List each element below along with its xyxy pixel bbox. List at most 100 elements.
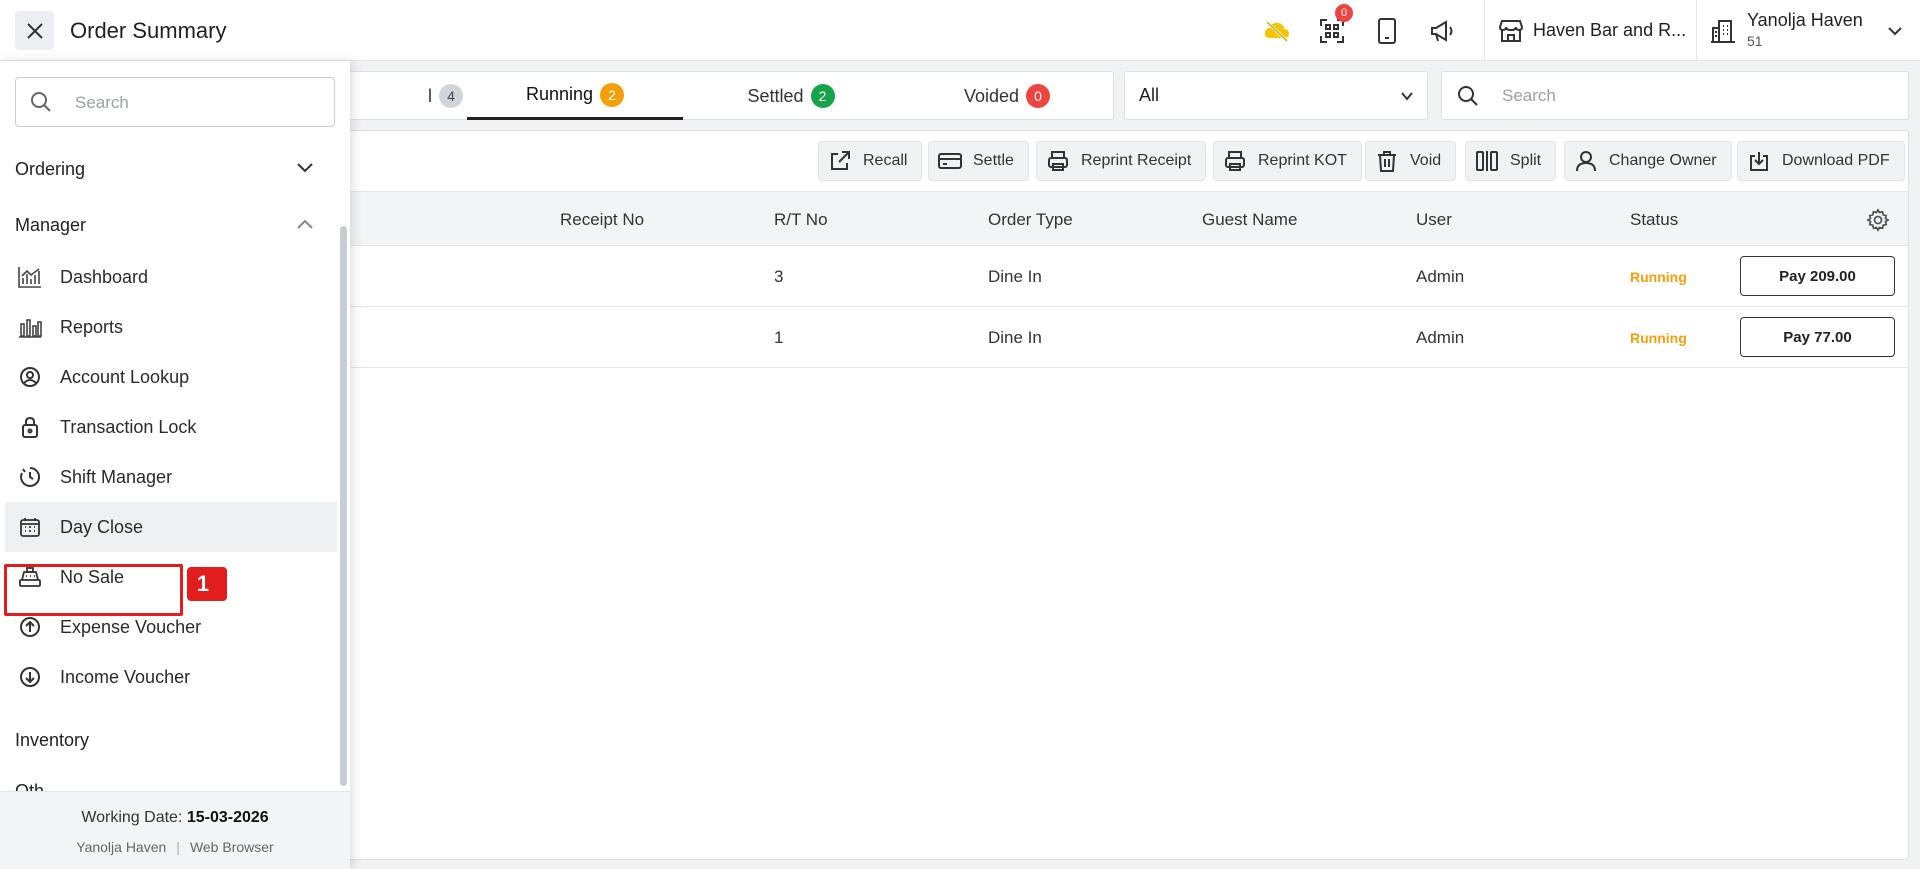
column-header-guest-name[interactable]: Guest Name xyxy=(1202,210,1297,230)
change-owner-button[interactable]: Change Owner xyxy=(1564,141,1732,181)
annotation-highlight xyxy=(4,564,183,616)
pay-button[interactable]: Pay 209.00 xyxy=(1740,256,1895,296)
tab-count-badge: 4 xyxy=(439,84,463,108)
sidebar-menu: Ordering Manager Dashboard Reports Accou… xyxy=(0,61,350,869)
sidebar-item-shift-manager[interactable]: Shift Manager xyxy=(5,452,337,502)
tablet-icon[interactable] xyxy=(1372,16,1402,46)
sidebar-item-income-voucher[interactable]: Income Voucher xyxy=(5,652,337,702)
user-name[interactable]: Yanolja Haven xyxy=(1747,10,1863,31)
gear-icon[interactable] xyxy=(1866,208,1890,232)
search-icon xyxy=(31,92,51,112)
tab-running[interactable]: Running 2 xyxy=(467,72,683,120)
column-header-rt-no[interactable]: R/T No xyxy=(774,210,828,230)
cell-order-type: Dine In xyxy=(988,328,1042,347)
settle-button[interactable]: Settle xyxy=(928,141,1029,181)
chevron-up-icon[interactable] xyxy=(296,217,314,231)
order-search xyxy=(1441,71,1909,120)
sidebar-scrollbar[interactable] xyxy=(340,216,348,806)
tab-count-badge: 2 xyxy=(810,84,835,108)
user-icon xyxy=(1573,148,1599,174)
calendar-icon xyxy=(17,514,43,540)
search-icon xyxy=(1458,86,1478,106)
app-header: Order Summary 0 Haven Bar and R... Yanol… xyxy=(0,0,1920,61)
chevron-down-icon[interactable] xyxy=(296,161,314,175)
section-ordering[interactable]: Ordering xyxy=(15,159,85,180)
cell-rt-no: 3 xyxy=(774,267,784,286)
timer-icon xyxy=(17,464,43,490)
cell-user: Admin xyxy=(1416,328,1465,347)
split-columns-icon xyxy=(1474,148,1500,174)
sidebar-item-transaction-lock[interactable]: Transaction Lock xyxy=(5,402,337,452)
status-tabs: l 4 Running 2 Settled 2 Voided 0 xyxy=(328,71,1114,120)
tab-count-badge: 0 xyxy=(1026,84,1051,108)
cloud-offline-icon[interactable] xyxy=(1262,16,1292,46)
sidebar-footer: Working Date: 15-03-2026 Yanolja Haven | W… xyxy=(0,791,350,869)
store-icon[interactable] xyxy=(1496,16,1526,46)
column-header-status[interactable]: Status xyxy=(1630,210,1678,230)
notification-badge: 0 xyxy=(1335,4,1353,22)
column-header-receipt-no[interactable]: Receipt No xyxy=(560,210,644,230)
annotation-step-badge: 1 xyxy=(187,567,227,601)
section-inventory[interactable]: Inventory xyxy=(15,730,89,751)
column-header-user[interactable]: User xyxy=(1416,210,1452,230)
printer-icon xyxy=(1222,148,1248,174)
section-manager[interactable]: Manager xyxy=(15,215,86,236)
sidebar-item-reports[interactable]: Reports xyxy=(5,302,337,352)
chevron-down-icon xyxy=(1401,92,1413,101)
printer-icon xyxy=(1045,148,1071,174)
reprint-kot-button[interactable]: Reprint KOT xyxy=(1213,141,1362,181)
column-header-order-type[interactable]: Order Type xyxy=(988,210,1073,230)
status-badge: Running xyxy=(1630,330,1687,346)
arrow-down-circle-icon xyxy=(17,664,43,690)
order-toolbar: Recall Settle Reprint Receipt Reprint KO… xyxy=(329,131,1908,192)
tab-voided[interactable]: Voided 0 xyxy=(899,72,1115,120)
header-divider xyxy=(1696,0,1697,60)
orders-panel: Recall Settle Reprint Receipt Reprint KO… xyxy=(328,130,1909,860)
search-input[interactable] xyxy=(1502,84,1892,108)
pay-button[interactable]: Pay 77.00 xyxy=(1740,317,1895,357)
cell-order-type: Dine In xyxy=(988,267,1042,286)
status-badge: Running xyxy=(1630,269,1687,285)
megaphone-icon[interactable] xyxy=(1427,16,1457,46)
page-title: Order Summary xyxy=(70,18,227,43)
scrollbar-thumb[interactable] xyxy=(340,226,347,786)
dashboard-chart-icon xyxy=(17,264,43,290)
section-other[interactable]: Oth xyxy=(15,781,44,791)
download-pdf-button[interactable]: Download PDF xyxy=(1737,141,1905,181)
split-button[interactable]: Split xyxy=(1465,141,1557,181)
sidebar-item-account-lookup[interactable]: Account Lookup xyxy=(5,352,337,402)
cell-rt-no: 1 xyxy=(774,328,784,347)
download-icon xyxy=(1746,148,1772,174)
recall-button[interactable]: Recall xyxy=(818,141,923,181)
store-name[interactable]: Haven Bar and R... xyxy=(1533,20,1686,41)
lock-icon xyxy=(17,414,43,440)
cell-user: Admin xyxy=(1416,267,1465,286)
reprint-receipt-button[interactable]: Reprint Receipt xyxy=(1036,141,1207,181)
working-date: Working Date: 15-03-2026 xyxy=(81,809,269,826)
trash-icon xyxy=(1374,148,1400,174)
bar-chart-icon xyxy=(17,314,43,340)
close-button[interactable] xyxy=(15,11,54,50)
chevron-down-icon[interactable] xyxy=(1880,16,1910,46)
sidebar-search xyxy=(15,77,335,127)
sidebar-search-input[interactable] xyxy=(75,91,325,115)
header-divider xyxy=(1484,0,1485,60)
tab-settled[interactable]: Settled 2 xyxy=(683,72,899,120)
external-link-icon xyxy=(827,148,853,174)
building-icon xyxy=(1708,16,1738,46)
user-id: 51 xyxy=(1747,33,1763,49)
table-row[interactable]: 3 Dine In Admin Running Pay 209.00 xyxy=(329,246,1908,307)
credit-card-icon xyxy=(937,148,963,174)
sidebar-item-dashboard[interactable]: Dashboard xyxy=(5,252,337,302)
qr-code-icon[interactable]: 0 xyxy=(1317,4,1353,46)
table-header: Receipt No R/T No Order Type Guest Name … xyxy=(329,192,1908,246)
user-circle-icon xyxy=(17,364,43,390)
footer-meta: Yanolja Haven | Web Browser xyxy=(76,839,274,855)
table-row[interactable]: 1 Dine In Admin Running Pay 77.00 xyxy=(329,307,1908,368)
order-filter-select[interactable]: All xyxy=(1124,71,1428,120)
void-button[interactable]: Void xyxy=(1365,141,1457,181)
close-icon xyxy=(26,22,43,39)
arrow-up-circle-icon xyxy=(17,614,43,640)
tab-count-badge: 2 xyxy=(600,82,625,107)
sidebar-item-day-close[interactable]: Day Close xyxy=(5,502,337,552)
